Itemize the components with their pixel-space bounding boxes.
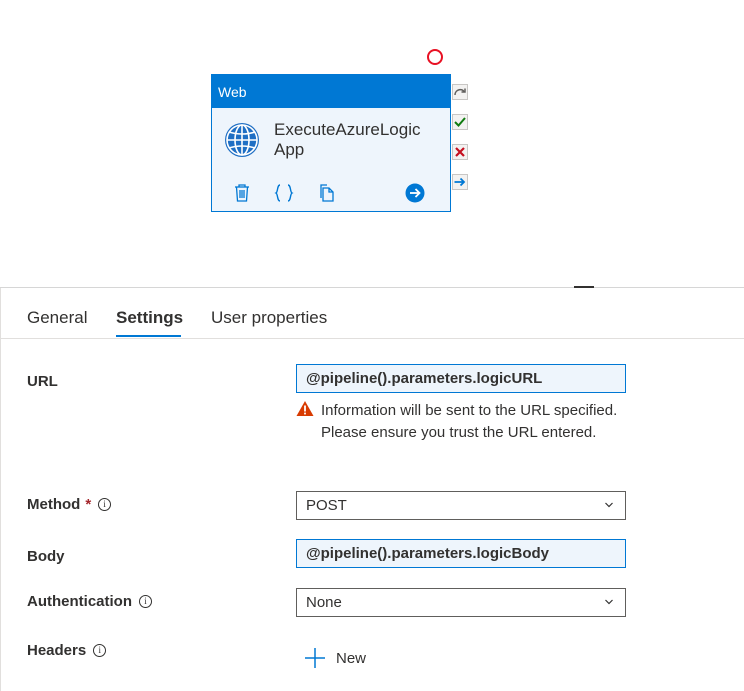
tab-settings[interactable]: Settings — [116, 308, 183, 328]
new-header-button[interactable]: New — [304, 644, 366, 672]
completion-port-icon[interactable] — [452, 174, 468, 190]
authentication-value: None — [306, 594, 342, 611]
success-port-icon[interactable] — [452, 114, 468, 130]
url-warning-text: Information will be sent to the URL spec… — [321, 402, 618, 441]
required-marker: * — [85, 496, 92, 513]
body-label-text: Body — [27, 548, 65, 565]
warning-icon — [296, 400, 314, 417]
activity-header: Web — [212, 75, 450, 108]
code-icon[interactable] — [273, 182, 295, 204]
headers-label-text: Headers — [27, 642, 87, 659]
skip-port-icon[interactable] — [452, 84, 468, 100]
delete-icon[interactable] — [231, 182, 253, 204]
pipeline-canvas[interactable]: Web ExecuteAzureLogic App — [0, 0, 744, 288]
body-input[interactable]: @pipeline().parameters.logicBody — [296, 539, 626, 568]
copy-icon[interactable] — [316, 182, 338, 204]
method-value: POST — [306, 497, 347, 514]
chevron-down-icon — [605, 599, 613, 605]
body-label: Body — [27, 548, 65, 565]
failure-port-icon[interactable] — [452, 144, 468, 160]
tab-general[interactable]: General — [27, 308, 87, 328]
chevron-down-icon — [605, 502, 613, 508]
go-icon[interactable] — [404, 182, 426, 204]
tab-user-properties[interactable]: User properties — [211, 308, 327, 328]
url-input[interactable]: @pipeline().parameters.logicURL — [296, 364, 626, 393]
method-label: Method * i — [27, 496, 112, 513]
headers-label: Headers i — [27, 642, 107, 659]
authentication-label-text: Authentication — [27, 593, 132, 610]
new-header-label: New — [336, 649, 367, 667]
plus-icon — [305, 648, 325, 668]
authentication-label: Authentication i — [27, 593, 152, 610]
activity-name: ExecuteAzureLogic App — [274, 120, 421, 159]
info-icon[interactable]: i — [139, 595, 152, 608]
method-label-text: Method — [27, 496, 81, 513]
web-activity-card[interactable]: Web ExecuteAzureLogic App — [211, 74, 451, 212]
info-icon[interactable]: i — [98, 498, 112, 511]
validation-error-indicator — [427, 49, 443, 65]
url-label-text: URL — [27, 373, 58, 390]
info-icon[interactable]: i — [93, 644, 107, 657]
method-dropdown[interactable]: POST — [296, 491, 626, 520]
properties-tabs: General Settings User properties — [0, 288, 744, 339]
activity-type-label: Web — [218, 84, 247, 100]
authentication-dropdown[interactable]: None — [296, 588, 626, 617]
url-label: URL — [27, 373, 58, 390]
web-globe-icon — [222, 120, 262, 160]
selected-tab-indicator — [116, 335, 181, 337]
